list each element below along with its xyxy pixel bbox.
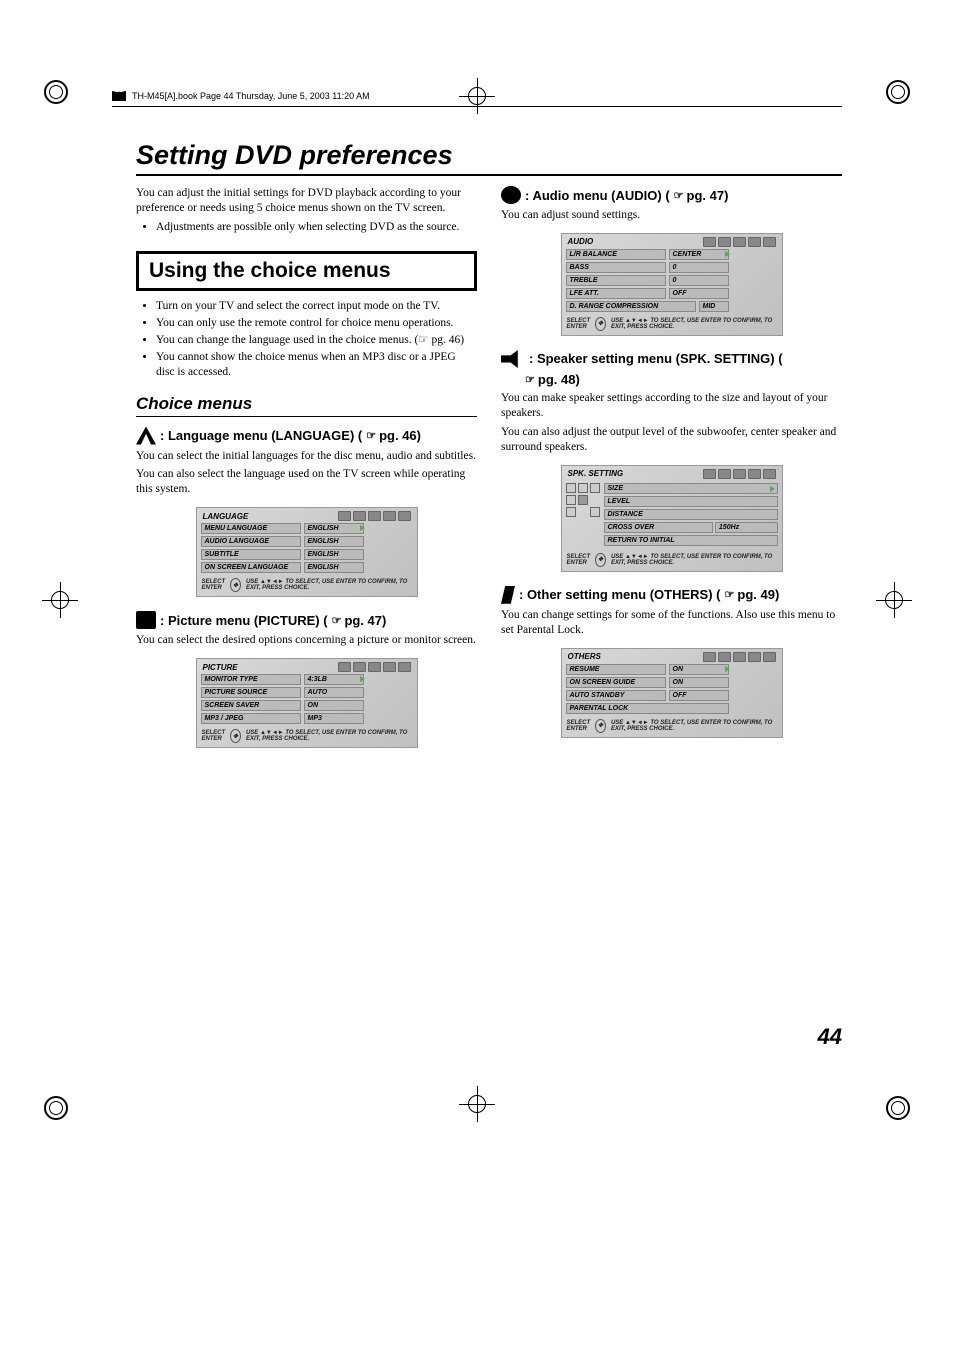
intro-bullets: Adjustments are possible only when selec… <box>136 220 477 235</box>
crop-mark-tr <box>884 78 912 106</box>
joystick-icon: ✥ <box>595 719 606 733</box>
speaker-item: RETURN TO INITIAL <box>604 535 778 546</box>
crop-mark-bl <box>42 1094 70 1122</box>
menu-row: MP3 / JPEGMP3 <box>201 713 413 724</box>
crop-mark-tl <box>42 78 70 106</box>
page-ref: pg. 47) <box>674 188 729 203</box>
using-heading: Using the choice menus <box>136 251 477 291</box>
others-panel: OTHERS RESUMEON ON SCREEN GUIDEON AUTO S… <box>561 648 783 738</box>
speaker-title: : Speaker setting menu (SPK. SETTING) ( <box>529 351 783 366</box>
picture-heading: : Picture menu (PICTURE) ( pg. 47) <box>136 611 477 629</box>
joystick-icon: ✥ <box>595 553 606 567</box>
using-bullet: Turn on your TV and select the correct i… <box>156 299 477 314</box>
panel-tabs-icon <box>338 662 411 672</box>
panel-title: PICTURE <box>203 663 238 672</box>
panel-footer: SELECTENTER ✥ USE ▲▼◄► TO SELECT, USE EN… <box>197 575 417 592</box>
speaker-heading: : Speaker setting menu (SPK. SETTING) ( … <box>501 350 842 387</box>
menu-row: D. RANGE COMPRESSIONMID <box>566 301 778 312</box>
panel-tabs-icon <box>338 511 411 521</box>
picture-title: : Picture menu (PICTURE) ( <box>160 613 328 628</box>
panel-footer: SELECTENTER ✥ USE ▲▼◄► TO SELECT, USE EN… <box>562 550 782 567</box>
picture-desc1: You can select the desired options conce… <box>136 633 477 648</box>
audio-desc1: You can adjust sound settings. <box>501 208 842 223</box>
choice-title: Choice menus <box>136 394 477 417</box>
others-heading: : Other setting menu (OTHERS) ( pg. 49) <box>501 586 842 604</box>
menu-row: TREBLE0 <box>566 275 778 286</box>
menu-row: AUTO STANDBYOFF <box>566 690 778 701</box>
using-bullets: Turn on your TV and select the correct i… <box>136 299 477 380</box>
speaker-panel: SPK. SETTING SIZE LEVEL DISTANCE CROSS O… <box>561 465 783 572</box>
book-icon <box>112 91 126 101</box>
menu-row: PICTURE SOURCEAUTO <box>201 687 413 698</box>
header-rule <box>112 106 842 107</box>
speaker-desc2: You can also adjust the output level of … <box>501 425 842 455</box>
others-desc1: You can change settings for some of the … <box>501 608 842 638</box>
panel-footer: SELECTENTER ✥ USE ▲▼◄► TO SELECT, USE EN… <box>197 726 417 743</box>
menu-row: PARENTAL LOCK <box>566 703 778 714</box>
audio-title: : Audio menu (AUDIO) ( <box>525 188 670 203</box>
page-ref: pg. 47) <box>332 613 387 628</box>
joystick-icon: ✥ <box>230 578 241 592</box>
joystick-icon: ✥ <box>230 729 241 743</box>
language-icon <box>136 427 156 445</box>
menu-row: MONITOR TYPE4:3LB <box>201 674 413 685</box>
page-title: Setting DVD preferences <box>136 140 842 176</box>
menu-row: SUBTITLEENGLISH <box>201 549 413 560</box>
panel-title: AUDIO <box>568 237 594 246</box>
panel-title: LANGUAGE <box>203 512 249 521</box>
picture-panel: PICTURE MONITOR TYPE4:3LB PICTURE SOURCE… <box>196 658 418 748</box>
panel-tabs-icon <box>703 652 776 662</box>
language-title: : Language menu (LANGUAGE) ( <box>160 428 362 443</box>
others-title: : Other setting menu (OTHERS) ( <box>519 587 721 602</box>
intro-text: You can adjust the initial settings for … <box>136 186 477 216</box>
panel-title: SPK. SETTING <box>568 469 624 478</box>
menu-row: AUDIO LANGUAGEENGLISH <box>201 536 413 547</box>
menu-row: ON SCREEN LANGUAGEENGLISH <box>201 562 413 573</box>
registration-mark-right <box>876 582 912 618</box>
audio-heading: : Audio menu (AUDIO) ( pg. 47) <box>501 186 842 204</box>
speaker-item: SIZE <box>604 483 778 494</box>
audio-icon <box>501 186 521 204</box>
audio-panel: AUDIO L/R BALANCECENTER BASS0 TREBLE0 LF… <box>561 233 783 336</box>
header-text: TH-M45[A].book Page 44 Thursday, June 5,… <box>132 91 370 101</box>
menu-row: RESUMEON <box>566 664 778 675</box>
language-desc2: You can also select the language used on… <box>136 467 477 497</box>
menu-row: ON SCREEN GUIDEON <box>566 677 778 688</box>
intro-bullet: Adjustments are possible only when selec… <box>156 220 477 235</box>
registration-mark-left <box>42 582 78 618</box>
using-bullet: You can only use the remote control for … <box>156 316 477 331</box>
page-ref: pg. 49) <box>725 587 780 602</box>
speaker-desc1: You can make speaker settings according … <box>501 391 842 421</box>
joystick-icon: ✥ <box>595 317 606 331</box>
crop-mark-br <box>884 1094 912 1122</box>
registration-mark-bottom <box>459 1086 495 1122</box>
page-ref: pg. 48) <box>525 372 580 387</box>
menu-row: LFE ATT.OFF <box>566 288 778 299</box>
menu-row: BASS0 <box>566 262 778 273</box>
menu-row: MENU LANGUAGEENGLISH <box>201 523 413 534</box>
speaker-item: CROSS OVER 150Hz <box>604 522 778 533</box>
menu-row: L/R BALANCECENTER <box>566 249 778 260</box>
picture-icon <box>136 611 156 629</box>
page-ref: pg. 46) <box>366 428 421 443</box>
language-heading: : Language menu (LANGUAGE) ( pg. 46) <box>136 427 477 445</box>
using-bullet: You can change the language used in the … <box>156 333 477 348</box>
panel-tabs-icon <box>703 237 776 247</box>
panel-tabs-icon <box>703 469 776 479</box>
menu-row: SCREEN SAVERON <box>201 700 413 711</box>
panel-footer: SELECTENTER ✥ USE ▲▼◄► TO SELECT, USE EN… <box>562 314 782 331</box>
header-book-line: TH-M45[A].book Page 44 Thursday, June 5,… <box>112 91 842 101</box>
using-bullet: You cannot show the choice menus when an… <box>156 350 477 380</box>
panel-title: OTHERS <box>568 652 601 661</box>
others-icon <box>501 586 515 604</box>
speaker-item: LEVEL <box>604 496 778 507</box>
page-number: 44 <box>818 1024 842 1050</box>
language-panel: LANGUAGE MENU LANGUAGEENGLISH AUDIO LANG… <box>196 507 418 597</box>
language-desc1: You can select the initial languages for… <box>136 449 477 464</box>
speaker-item: DISTANCE <box>604 509 778 520</box>
speaker-layout-icon <box>566 483 600 548</box>
speaker-icon <box>501 350 525 368</box>
panel-footer: SELECTENTER ✥ USE ▲▼◄► TO SELECT, USE EN… <box>562 716 782 733</box>
